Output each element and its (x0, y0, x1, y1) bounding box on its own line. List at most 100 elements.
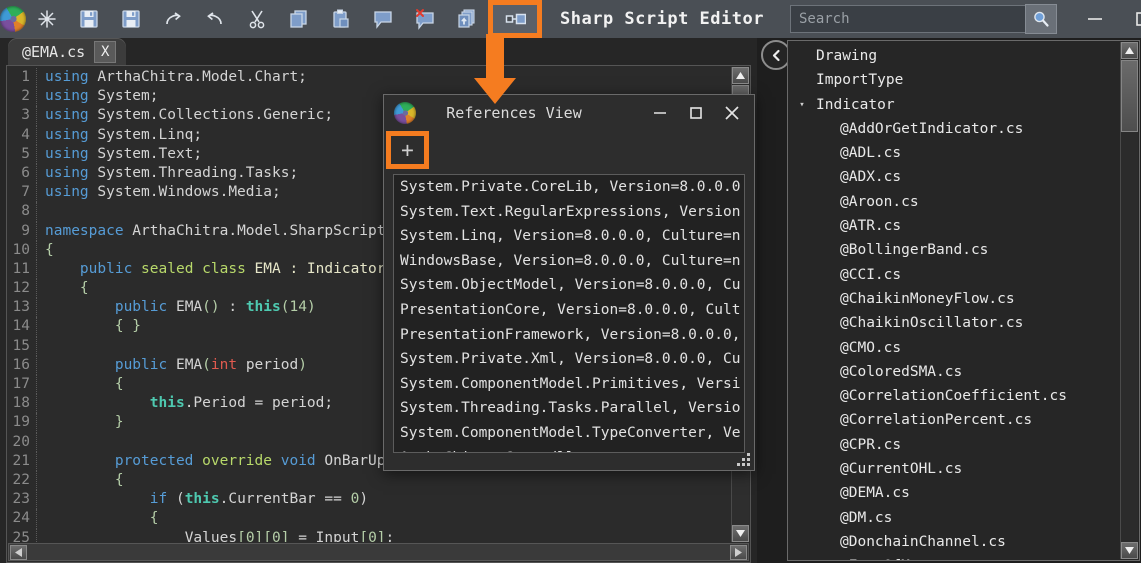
references-button[interactable] (488, 0, 542, 38)
reference-list-item[interactable]: System.ObjectModel, Version=8.0.0.0, Cu (394, 273, 744, 298)
reference-list-item[interactable]: System.Private.CoreLib, Version=8.0.0.0 (394, 175, 744, 200)
line-number: 20 (7, 432, 37, 452)
tree-item-adxcs[interactable]: @ADX.cs (788, 165, 1120, 189)
maximize-button[interactable] (1119, 0, 1141, 38)
tree-scroll-up-button[interactable] (1121, 42, 1138, 59)
code-text: using System.Text; (45, 145, 203, 162)
tree-item-demacs[interactable]: @DEMA.cs (788, 481, 1120, 505)
code-line: 22 { (7, 470, 732, 491)
editor-horizontal-scrollbar[interactable] (8, 543, 749, 561)
code-text: { } (114, 318, 142, 335)
tree-item-drawing[interactable]: Drawing (788, 44, 1120, 68)
line-number: 15 (7, 336, 37, 356)
reference-list-item[interactable]: System.Linq, Version=8.0.0.0, Culture=n (394, 224, 744, 249)
tree-item-donchainchannelcs[interactable]: @DonchainChannel.cs (788, 530, 1120, 554)
minimize-icon (1087, 18, 1102, 20)
tree-item-cmocs[interactable]: @CMO.cs (788, 336, 1120, 360)
scroll-up-button[interactable] (732, 67, 749, 84)
reference-list-item[interactable]: System.Text.RegularExpressions, Version (394, 200, 744, 225)
tree-scroll-down-button[interactable] (1121, 542, 1138, 559)
tab-close-button[interactable]: X (94, 41, 117, 63)
scroll-left-button[interactable] (10, 544, 27, 560)
tree-item-chaikinoscillatorcs[interactable]: @ChaikinOscillator.cs (788, 311, 1120, 335)
tree-item-label: @DEMA.cs (840, 485, 910, 502)
export-button[interactable] (446, 0, 488, 38)
tree-item-label: @CCI.cs (840, 266, 902, 283)
editor-tab-ema[interactable]: @EMA.cs X (8, 38, 127, 66)
tree-item-label: @DM.cs (840, 509, 893, 526)
reference-list-item[interactable]: System.Private.Xml, Version=8.0.0.0, Cu (394, 347, 744, 372)
scroll-down-button[interactable] (732, 525, 749, 542)
chevron-down-icon[interactable]: ▾ (788, 93, 816, 117)
minimize-button[interactable] (1071, 0, 1119, 38)
close-icon (725, 106, 739, 120)
tree-item-correlationcoefficientcs[interactable]: @CorrelationCoefficient.cs (788, 384, 1120, 408)
line-number: 1 (7, 68, 37, 88)
tree-item-label: @CMO.cs (840, 339, 902, 356)
tree-item-arooncs[interactable]: @Aroon.cs (788, 190, 1120, 214)
reference-list-item[interactable]: WindowsBase, Version=8.0.0.0, Culture=n (394, 249, 744, 274)
tree-item-label: @CPR.cs (840, 436, 902, 453)
code-text: protected override void OnBarUp (114, 452, 386, 469)
reference-list-item[interactable]: PresentationCore, Version=8.0.0.0, Cult (394, 298, 744, 323)
add-reference-button[interactable]: + (386, 131, 429, 169)
code-text: namespace ArthaChitra.Model.SharpScript (45, 222, 386, 239)
tree-item-indicator[interactable]: ▾ Indicator (788, 93, 1120, 117)
redo-button[interactable] (152, 0, 194, 38)
new-button[interactable] (26, 0, 68, 38)
tree-item-easeofmovementcs[interactable]: @EaseOfMovement.cs (788, 554, 1120, 560)
tree-scroll-thumb[interactable] (1121, 60, 1138, 132)
minimize-icon (654, 112, 666, 114)
references-minimize-button[interactable] (642, 95, 678, 131)
references-close-button[interactable] (714, 95, 750, 131)
tree-item-label: ImportType (816, 72, 904, 89)
tree-item-bollingerbandcs[interactable]: @BollingerBand.cs (788, 238, 1120, 262)
paste-button[interactable] (320, 0, 362, 38)
code-text: { (149, 510, 159, 527)
reference-list-item[interactable]: System.ComponentModel.Primitives, Versi (394, 372, 744, 397)
maximize-icon (690, 107, 702, 119)
tree-item-dmcs[interactable]: @DM.cs (788, 506, 1120, 530)
tree-item-label: @EaseOfMovement.cs (840, 554, 997, 560)
scroll-right-button[interactable] (730, 544, 747, 560)
caret-up-icon (736, 72, 745, 79)
tree-item-ccics[interactable]: @CCI.cs (788, 263, 1120, 287)
save-button[interactable] (68, 0, 110, 38)
search-button[interactable] (1024, 4, 1057, 34)
tree-item-currentohlcs[interactable]: @CurrentOHL.cs (788, 457, 1120, 481)
copy-button[interactable] (278, 0, 320, 38)
line-number: 23 (7, 490, 37, 510)
line-number: 7 (7, 183, 37, 203)
tree-item-atrcs[interactable]: @ATR.cs (788, 214, 1120, 238)
line-number: 2 (7, 87, 37, 107)
references-list[interactable]: System.Private.CoreLib, Version=8.0.0.0 S… (393, 174, 745, 453)
tree-item-label: @ADX.cs (840, 169, 902, 186)
remove-comment-button[interactable] (404, 0, 446, 38)
code-text: using System.Linq; (45, 126, 203, 143)
tree-item-addorgetindicatorcs[interactable]: @AddOrGetIndicator.cs (788, 117, 1120, 141)
search-icon (1034, 11, 1049, 27)
code-text: public EMA() : this(14) (114, 299, 316, 316)
tree-vertical-scrollbar[interactable] (1120, 42, 1138, 559)
reference-list-item[interactable]: System.Threading.Tasks.Parallel, Versio (394, 396, 744, 421)
comment-button[interactable] (362, 0, 404, 38)
line-number: 17 (7, 375, 37, 395)
reference-list-item[interactable]: ArthaChitra.Core.dll (394, 446, 744, 452)
references-dialog-titlebar[interactable]: References View (384, 95, 754, 131)
tree-item-importtype[interactable]: ImportType (788, 68, 1120, 92)
reference-list-item[interactable]: System.ComponentModel.TypeConverter, Ve (394, 421, 744, 446)
references-maximize-button[interactable] (678, 95, 714, 131)
tree-item-chaikinmoneyflowcs[interactable]: @ChaikinMoneyFlow.cs (788, 287, 1120, 311)
cut-button[interactable] (236, 0, 278, 38)
tree-item-cprcs[interactable]: @CPR.cs (788, 433, 1120, 457)
resize-grip-icon[interactable] (737, 453, 751, 467)
tree-item-adlcs[interactable]: @ADL.cs (788, 141, 1120, 165)
tree-item-coloredsmacs[interactable]: @ColoredSMA.cs (788, 360, 1120, 384)
search-area (789, 4, 1057, 34)
search-input[interactable] (789, 5, 1026, 33)
tree-item-correlationpercentcs[interactable]: @CorrelationPercent.cs (788, 408, 1120, 432)
reference-list-item[interactable]: PresentationFramework, Version=8.0.0.0, (394, 323, 744, 348)
undo-button[interactable] (194, 0, 236, 38)
line-number: 9 (7, 221, 37, 241)
save-as-button[interactable] (110, 0, 152, 38)
